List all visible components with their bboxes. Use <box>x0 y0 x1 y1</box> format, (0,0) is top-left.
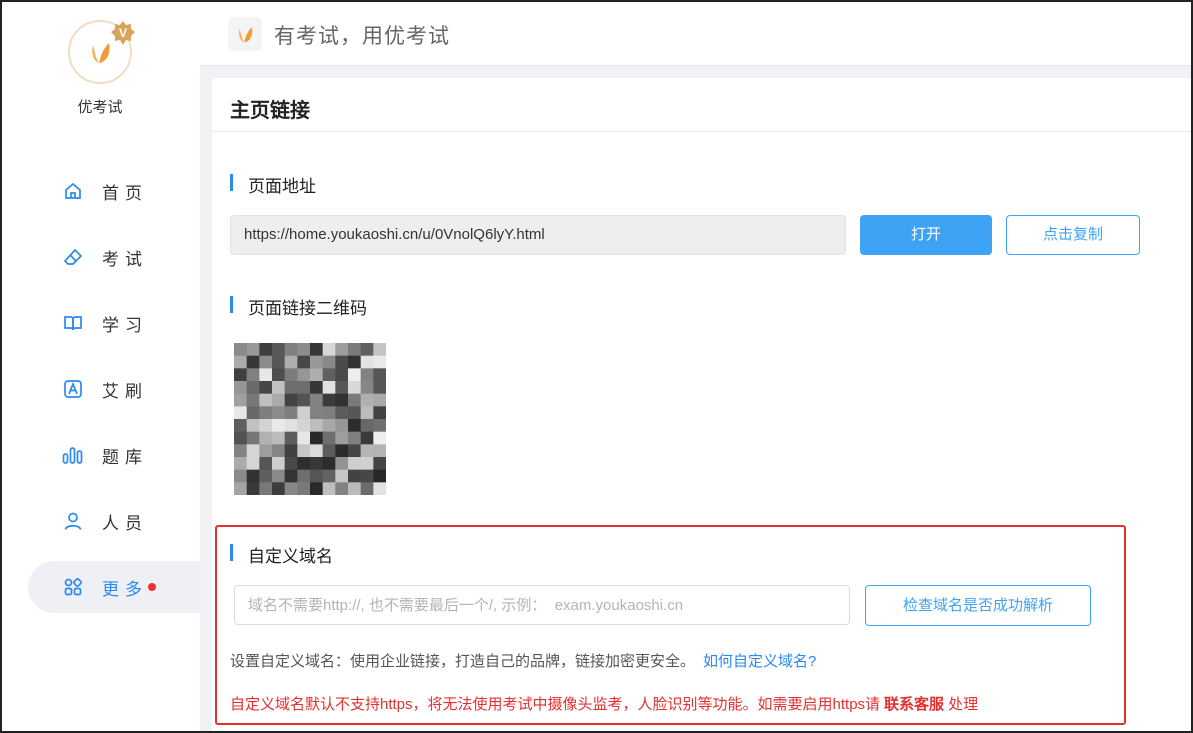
section-title-custom-domain: 自定义域名 <box>230 542 333 567</box>
sidebar-item-more[interactable]: 更多 <box>28 561 200 613</box>
page-title: 主页链接 <box>230 100 310 122</box>
user-icon <box>62 510 84 532</box>
book-icon <box>62 312 84 334</box>
bar-chart-icon <box>62 444 84 466</box>
header-slogan: 有考试，用优考试 <box>274 25 450 48</box>
qr-code-image <box>234 343 386 495</box>
sidebar-item-exam[interactable]: 考试 <box>28 231 200 283</box>
homepage-link-card: 主页链接 页面地址 https://home.youkaoshi.cn/u/0V… <box>212 78 1193 733</box>
copy-button[interactable]: 点击复制 <box>1006 215 1140 255</box>
warning-suffix: 处理 <box>948 696 979 713</box>
page-url-field[interactable]: https://home.youkaoshi.cn/u/0VnolQ6lyY.h… <box>230 215 846 255</box>
apps-icon <box>62 576 84 598</box>
help-link[interactable]: 如何自定义域名? <box>703 653 816 670</box>
letter-a-icon <box>62 378 84 400</box>
sidebar-item-label: 学习 <box>102 315 148 335</box>
open-button[interactable]: 打开 <box>860 215 992 255</box>
sidebar-item-label: 艾刷 <box>102 381 148 401</box>
brand-name: 优考试 <box>77 99 123 116</box>
youkaoshi-logo-icon <box>239 27 253 43</box>
notification-dot <box>148 583 156 591</box>
description-text: 设置自定义域名：使用企业链接，打造自己的品牌，链接加密更安全。 <box>230 653 696 670</box>
sidebar-item-home[interactable]: 首页 <box>28 165 200 217</box>
sidebar-item-label: 更多 <box>102 579 148 599</box>
svg-text:V: V <box>119 26 127 40</box>
https-warning: 自定义域名默认不支持https，将无法使用考试中摄像头监考，人脸识别等功能。如需… <box>230 693 978 714</box>
sidebar-item-study[interactable]: 学习 <box>28 297 200 349</box>
sidebar-item-label: 题库 <box>102 447 148 467</box>
header-logo[interactable] <box>228 17 262 51</box>
divider <box>212 131 1193 132</box>
top-bar: 有考试，用优考试 <box>200 0 1193 66</box>
sidebar-item-label: 人员 <box>102 513 148 533</box>
check-domain-button[interactable]: 检查域名是否成功解析 <box>865 585 1091 626</box>
home-icon <box>62 180 84 202</box>
sidebar-item-aishua[interactable]: 艾刷 <box>28 363 200 415</box>
section-title-qr: 页面链接二维码 <box>230 294 367 319</box>
vip-badge-icon: V <box>111 21 135 45</box>
brand: V 优考试 <box>0 0 200 130</box>
sidebar-item-label: 考试 <box>102 249 148 269</box>
sidebar: V 优考试 首页 考试 学习 艾刷 题库 人员 更多 <box>0 0 200 733</box>
custom-domain-description: 设置自定义域名：使用企业链接，打造自己的品牌，链接加密更安全。 如何自定义域名? <box>230 650 816 671</box>
sidebar-item-question-bank[interactable]: 题库 <box>28 429 200 481</box>
section-title-page-url: 页面地址 <box>230 172 316 197</box>
sidebar-item-label: 首页 <box>102 183 148 203</box>
custom-domain-input[interactable] <box>234 585 850 625</box>
sidebar-item-people[interactable]: 人员 <box>28 495 200 547</box>
eraser-icon <box>62 246 84 268</box>
contact-support-link[interactable]: 联系客服 <box>884 696 944 713</box>
warning-text: 自定义域名默认不支持https，将无法使用考试中摄像头监考，人脸识别等功能。如需… <box>230 696 881 713</box>
